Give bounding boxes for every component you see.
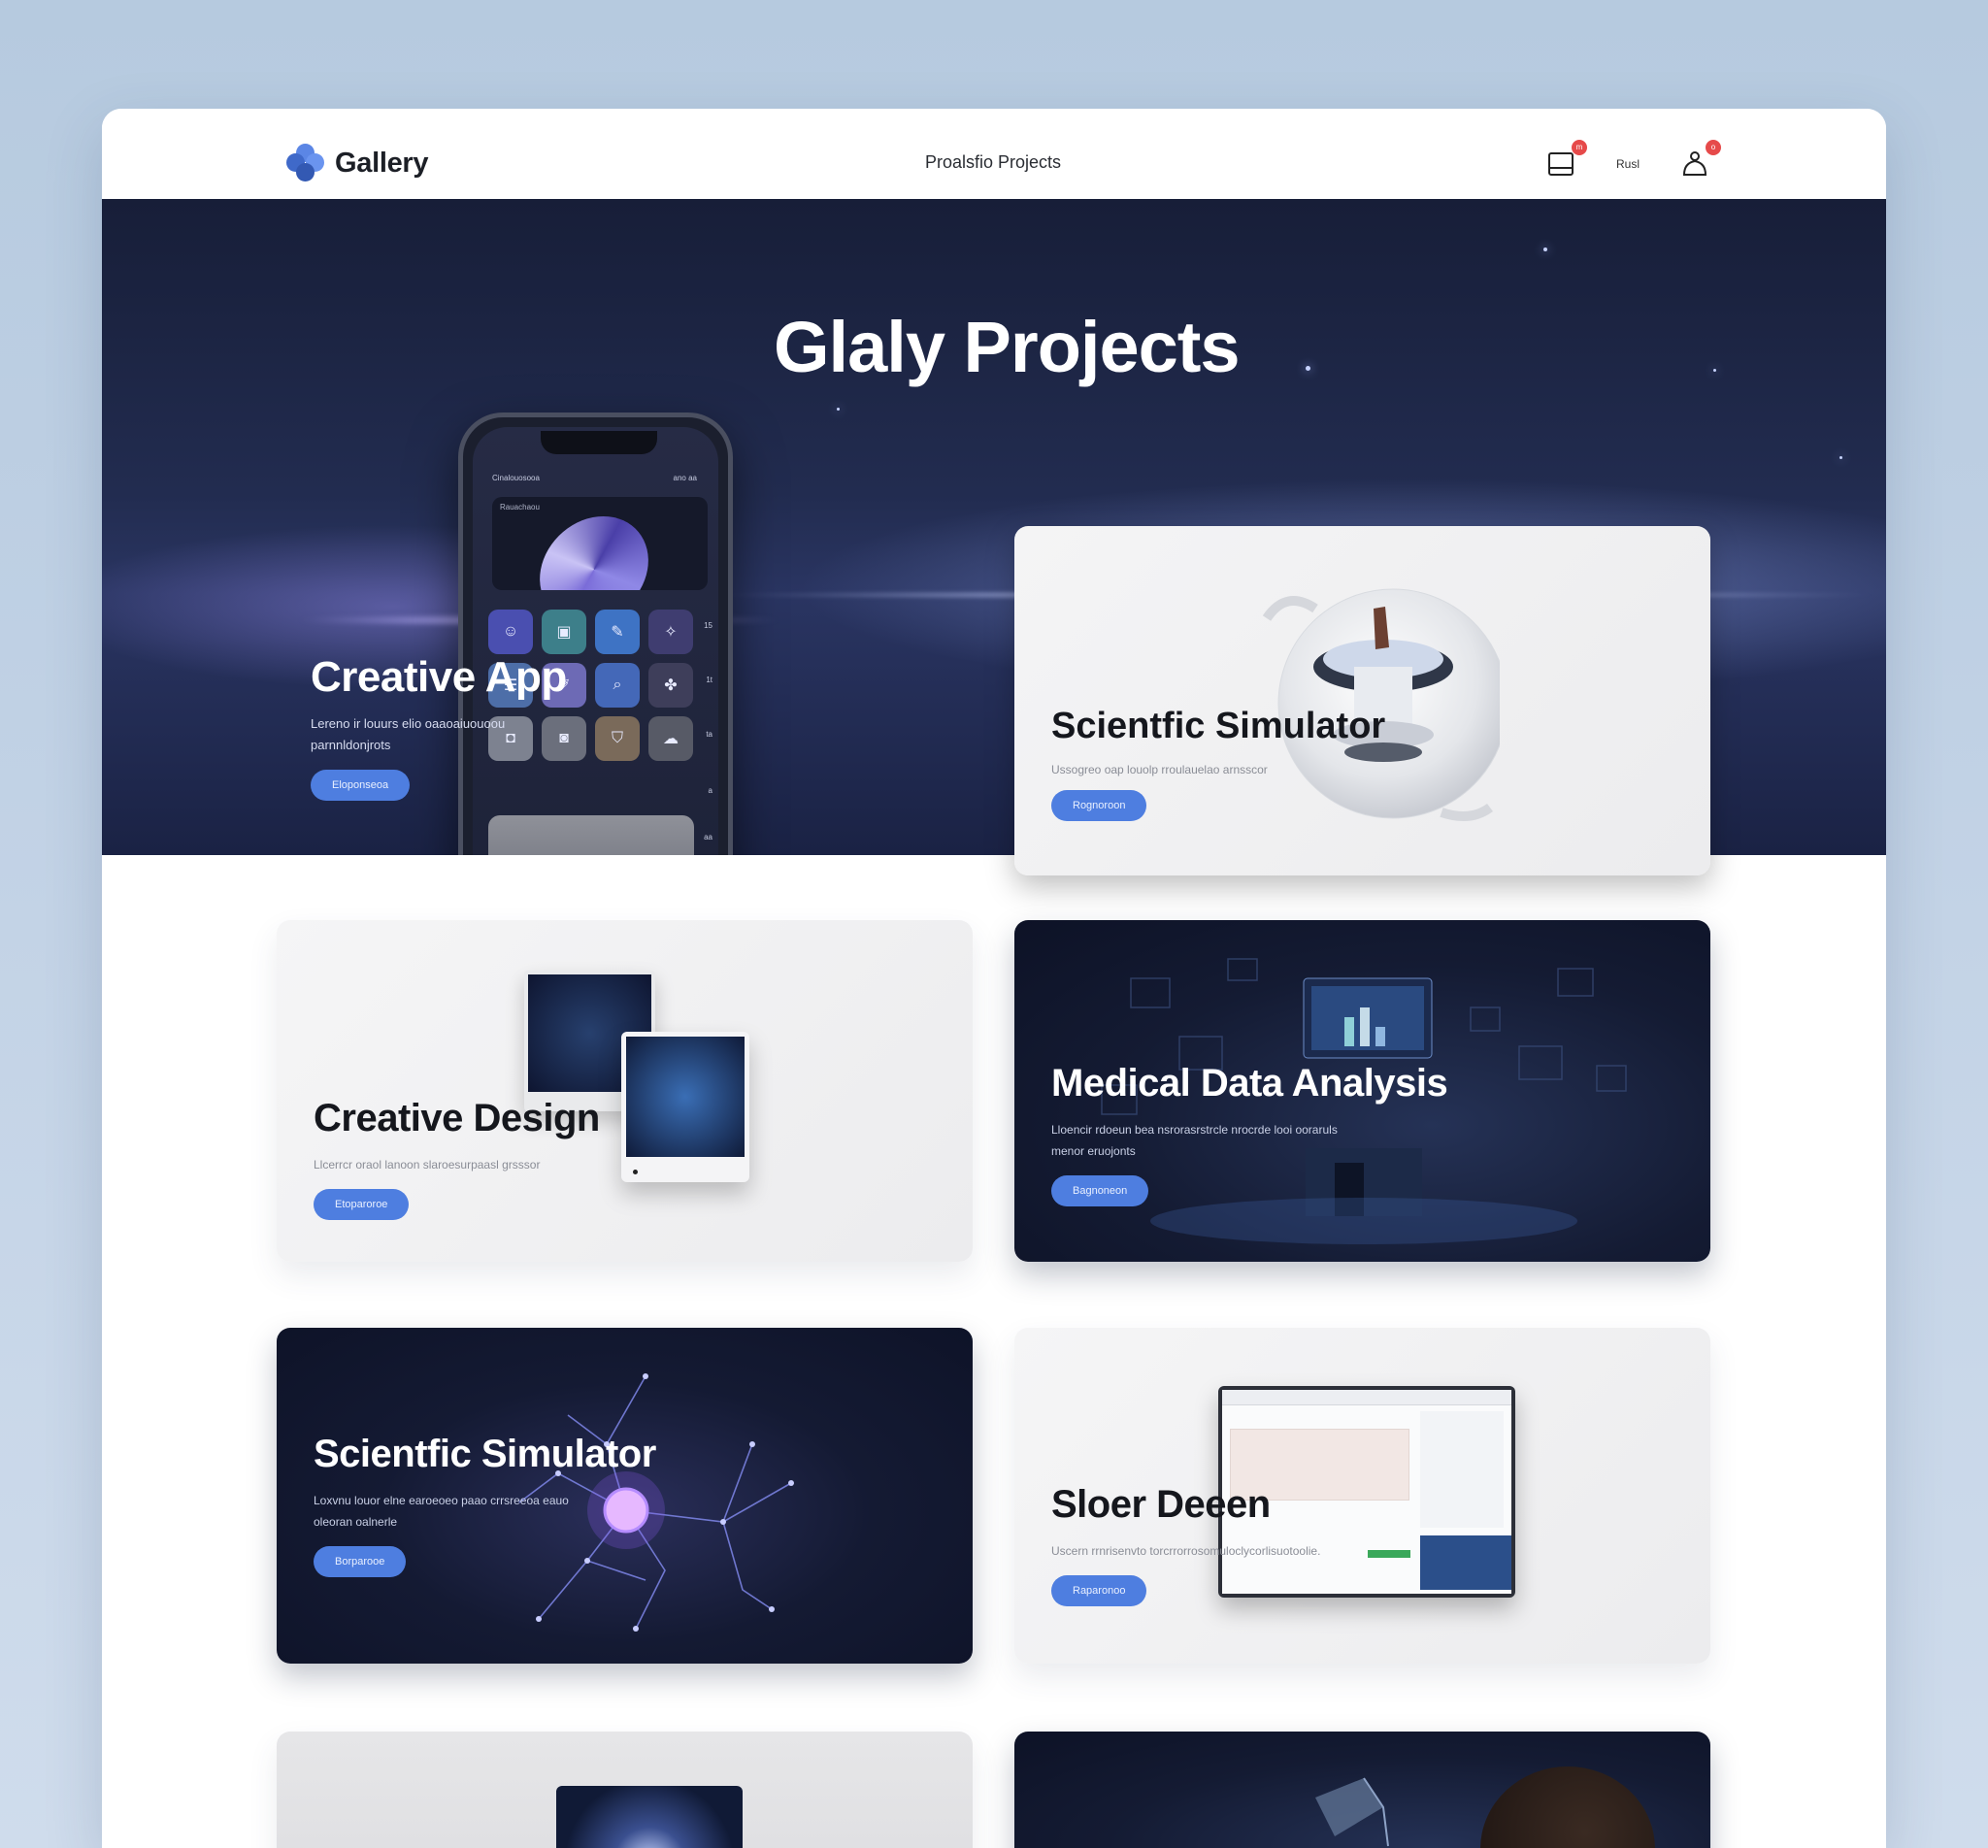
browser-window: Gallery Proalsfio Projects m Rusl o Glal… [102, 109, 1886, 1848]
project-desc: Lloencir rdoeun bea nsrorasrstrcle nrocr… [1051, 1123, 1338, 1158]
laptop-illustration [556, 1786, 743, 1848]
vr-headset-illustration [1296, 1768, 1403, 1848]
phone-status: Cinalouosooa [492, 474, 540, 482]
project-desc: Uscern rrnrisenvto torcrrorrosomuloclyco… [1051, 1544, 1321, 1558]
tools-app-icon[interactable]: ✧ [648, 610, 693, 654]
phone-card-label: Rauachaou [500, 503, 540, 512]
phone-hero-card: Rauachaou [492, 497, 708, 590]
project-explore-button[interactable]: Bagnoneon [1051, 1175, 1149, 1206]
nav-link-projects[interactable]: Proalsfio Projects [925, 152, 1061, 173]
project-title: Creative App [311, 653, 567, 701]
phone-side-label: 1t [706, 676, 712, 684]
project-title: Sloer Deeen [1051, 1483, 1271, 1526]
phone-side-label: aa [704, 833, 712, 842]
hero-project-creative-app: Creative App Lereno ir louurs elio oaaoa… [311, 653, 567, 801]
phone-status-right: ano aa [673, 474, 697, 482]
user-badge: o [1706, 140, 1721, 155]
cloud-app-icon[interactable]: ☁ [648, 716, 693, 761]
tablet-illustration [621, 1032, 749, 1182]
inbox-badge: m [1571, 140, 1587, 155]
project-explore-button[interactable]: Raparonoo [1051, 1575, 1147, 1606]
star-dot [1306, 366, 1310, 371]
project-card-sloer-deeen[interactable]: Sloer Deeen Uscern rrnrisenvto torcrrorr… [1014, 1328, 1710, 1664]
project-desc: Loxvnu louor elne earoeoeo paao crrsreeo… [314, 1494, 569, 1529]
project-explore-button[interactable]: Eloponseoa [311, 770, 411, 801]
inbox-icon[interactable]: m [1544, 140, 1587, 181]
search-app-icon[interactable]: ⌕ [595, 663, 640, 708]
project-card-partial[interactable] [277, 1732, 973, 1848]
project-explore-button[interactable]: Borparooe [314, 1546, 407, 1577]
phone-side-label: ta [706, 730, 712, 739]
star-dot [837, 408, 840, 411]
user-bell-icon[interactable]: o [1678, 140, 1721, 181]
clover-logo-icon [286, 144, 325, 182]
project-card-partial[interactable] [1014, 1732, 1710, 1848]
project-card-scientific-simulator-2[interactable]: Scientfic Simulator Loxvnu louor elne ea… [277, 1328, 973, 1664]
phone-side-label: a [708, 786, 712, 795]
project-desc: Llcerrcr oraol lanoon slaroesurpaasl grs… [314, 1158, 541, 1172]
star-dot [1713, 369, 1716, 372]
shield-app-icon[interactable]: ⛉ [595, 716, 640, 761]
brand-name: Gallery [335, 147, 429, 179]
project-title: Medical Data Analysis [1051, 1062, 1448, 1105]
project-title: Scientfic Simulator [314, 1433, 656, 1475]
gallery-app-icon[interactable]: ▣ [542, 610, 586, 654]
person-photo [1480, 1766, 1655, 1848]
abstract-shape [531, 516, 657, 590]
phone-panel [488, 815, 694, 855]
hero-title: Glaly Projects [774, 307, 1241, 387]
nav-actions: m Rusl o [1544, 140, 1721, 181]
project-card-creative-design[interactable]: Creative Design Llcerrcr oraol lanoon sl… [277, 920, 973, 1262]
project-desc: Ussogreo oap louolp rroulauelao arnsscor [1051, 763, 1268, 776]
top-nav: Gallery Proalsfio Projects m Rusl o [102, 109, 1886, 199]
link-app-icon[interactable]: ✤ [648, 663, 693, 708]
project-desc: Lereno ir louurs elio oaaoaiuouoou parnn… [311, 716, 506, 752]
brand-logo[interactable]: Gallery [286, 144, 429, 182]
phone-side-label: 15 [704, 621, 712, 630]
project-title: Scientfic Simulator [1051, 706, 1386, 746]
project-card-medical-data-analysis[interactable]: Medical Data Analysis Lloencir rdoeun be… [1014, 920, 1710, 1262]
robot-app-icon[interactable]: ☺ [488, 610, 533, 654]
project-title: Creative Design [314, 1097, 600, 1139]
nav-link-account[interactable]: Rusl [1616, 157, 1640, 171]
project-explore-button[interactable]: Etoparoroe [314, 1189, 410, 1220]
star-dot [1543, 248, 1547, 251]
chat-app-icon[interactable]: ✎ [595, 610, 640, 654]
project-explore-button[interactable]: Rognoroon [1051, 790, 1147, 821]
project-card-scientific-simulator[interactable]: Scientfic Simulator Ussogreo oap louolp … [1014, 526, 1710, 875]
star-dot [1839, 456, 1842, 459]
